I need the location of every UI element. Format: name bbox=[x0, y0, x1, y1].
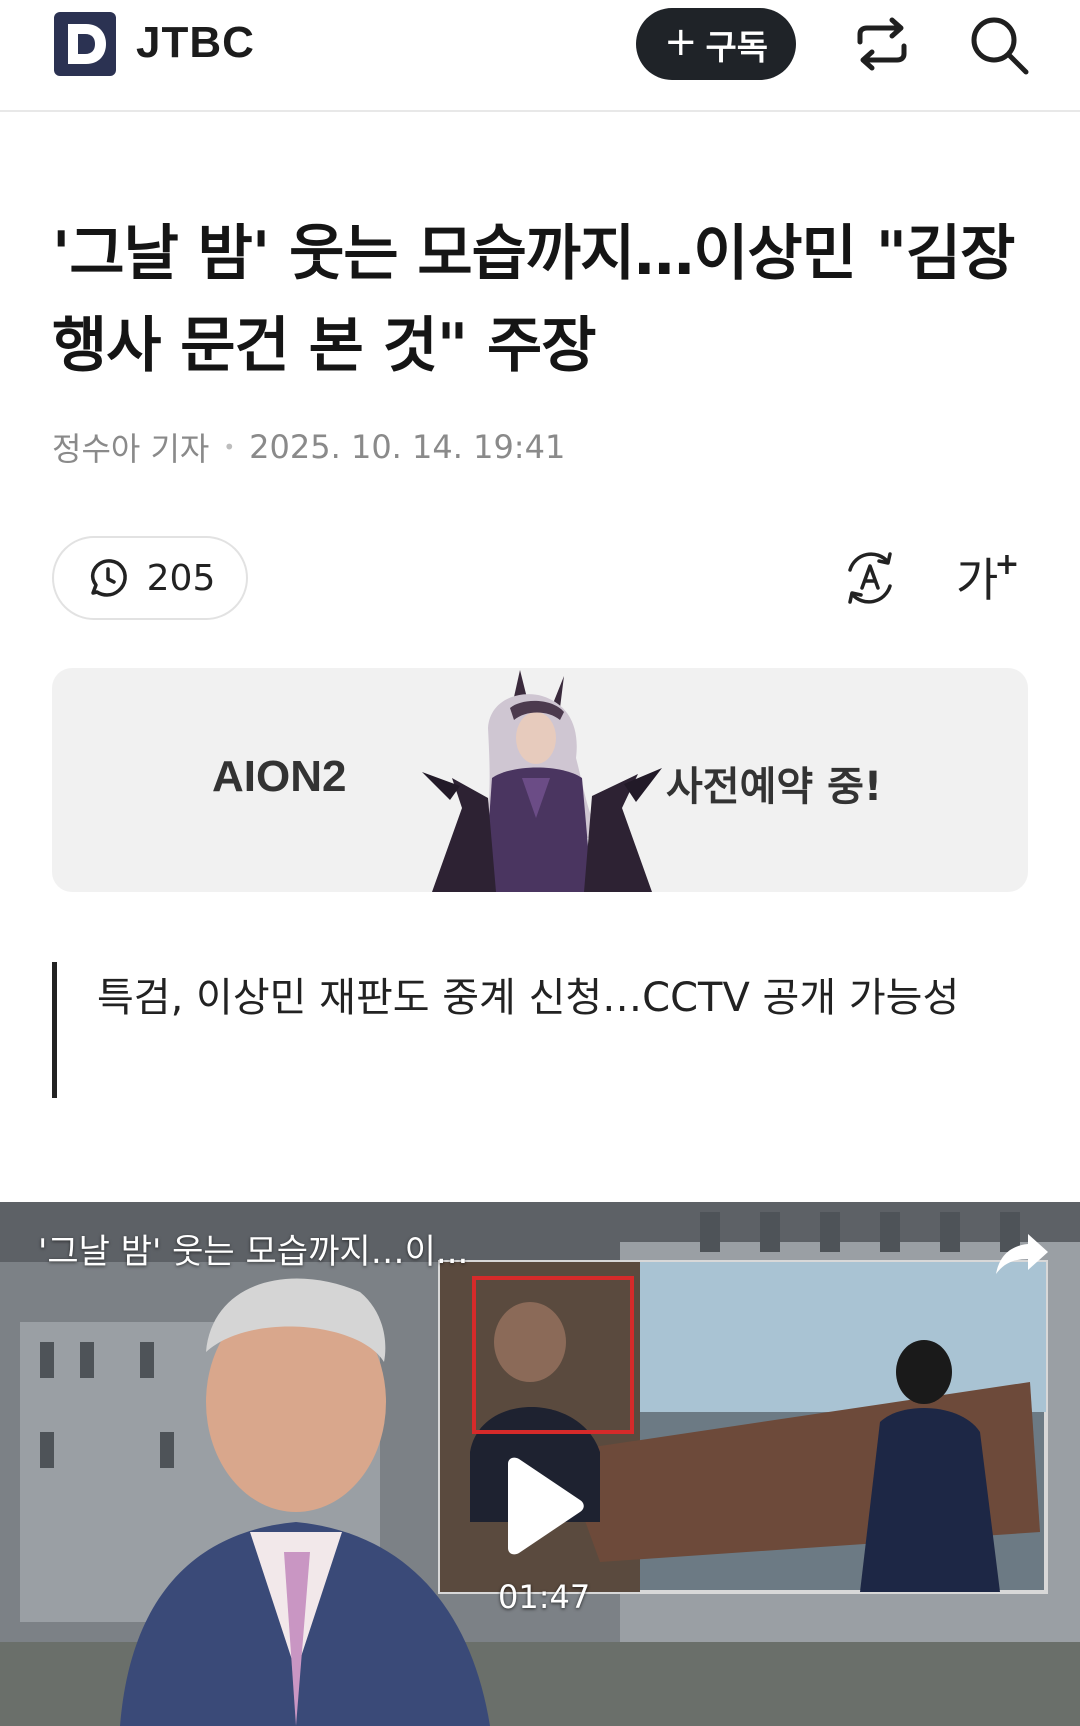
publish-datetime: 2025. 10. 14. 19:41 bbox=[249, 428, 566, 466]
jtbc-logo-icon[interactable] bbox=[54, 12, 116, 76]
share-icon[interactable] bbox=[850, 12, 914, 76]
subscribe-label: 구독 bbox=[705, 27, 769, 68]
play-icon[interactable] bbox=[496, 1456, 586, 1556]
search-icon[interactable] bbox=[966, 12, 1032, 78]
article-byline: 정수아 기자 • 2025. 10. 14. 19:41 bbox=[52, 424, 565, 470]
brand-name[interactable]: JTBC bbox=[136, 18, 255, 68]
comment-icon bbox=[90, 559, 127, 597]
ad-preorder-text: 사전예약 중! bbox=[666, 764, 883, 810]
top-header: JTBC + 구독 bbox=[0, 0, 1080, 112]
share-arrow-icon[interactable] bbox=[994, 1230, 1050, 1278]
video-duration: 01:47 bbox=[498, 1578, 591, 1616]
character-illustration bbox=[422, 670, 662, 892]
comment-count: 205 bbox=[146, 557, 216, 599]
separator-dot: • bbox=[223, 435, 236, 459]
font-size-label: 가 bbox=[956, 553, 999, 607]
reporter-name[interactable]: 정수아 기자 bbox=[52, 424, 209, 470]
comment-button[interactable]: 205 bbox=[52, 536, 248, 620]
translate-icon[interactable] bbox=[840, 548, 900, 608]
ad-banner[interactable]: AION2 사전예약 중! bbox=[52, 668, 1028, 892]
font-size-button[interactable]: 가+ bbox=[956, 544, 1019, 610]
video-title: '그날 밤' 웃는 모습까지…이... bbox=[38, 1232, 469, 1272]
ad-game-title: AION2 bbox=[212, 752, 347, 801]
subscribe-button[interactable]: + 구독 bbox=[636, 8, 796, 80]
font-size-plus: + bbox=[994, 547, 1020, 582]
article-title: '그날 밤' 웃는 모습까지…이상민 "김장 행사 문건 본 것" 주장 bbox=[52, 219, 1015, 381]
plus-icon: + bbox=[663, 19, 698, 65]
video-player[interactable]: '그날 밤' 웃는 모습까지…이... 01:47 bbox=[0, 1202, 1080, 1726]
article-subheading-quote: 특검, 이상민 재판도 중계 신청…CCTV 공개 가능성 bbox=[52, 962, 1032, 1098]
